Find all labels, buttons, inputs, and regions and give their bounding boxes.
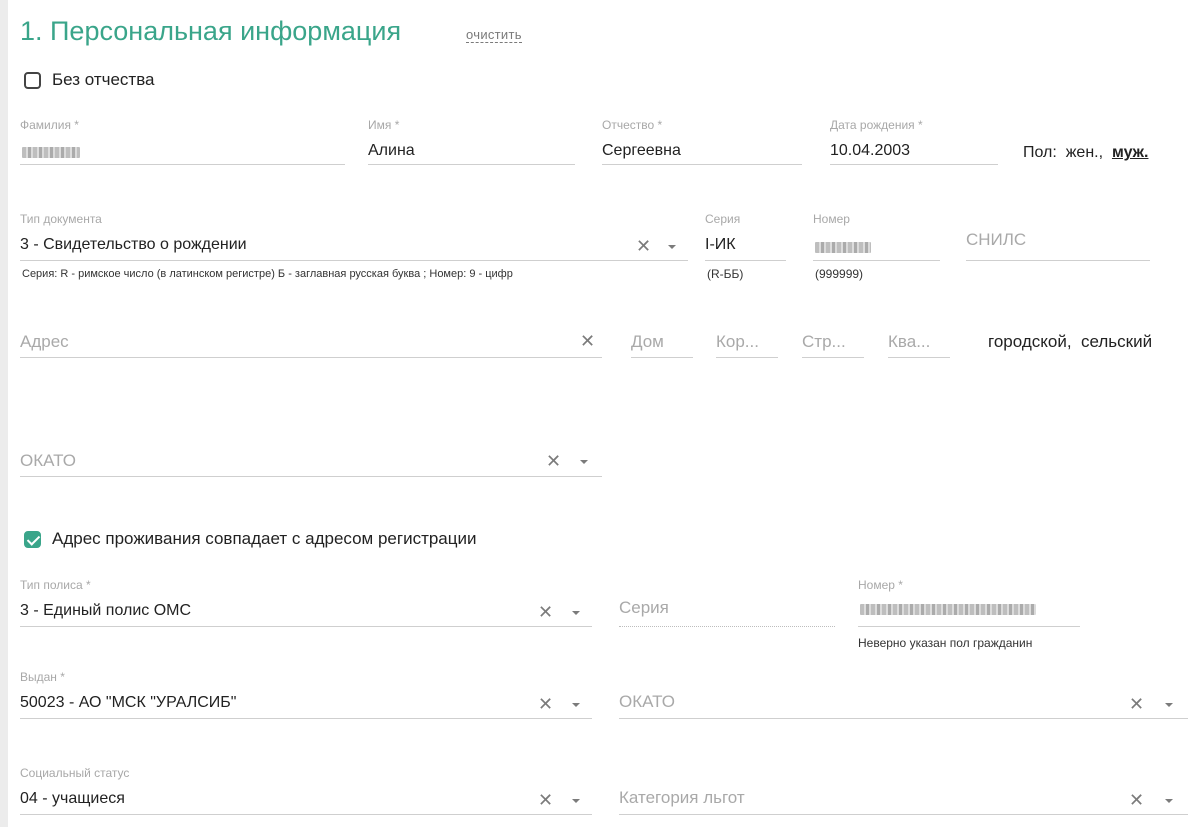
document-number-field[interactable]: Номер [813, 212, 940, 261]
issued-by-label: Выдан * [20, 670, 65, 684]
address-okato-placeholder: ОКАТО [20, 451, 76, 470]
chevron-down-icon[interactable] [1165, 799, 1173, 803]
same-address-label: Адрес проживания совпадает с адресом рег… [52, 529, 477, 548]
snils-field[interactable]: СНИЛС [966, 214, 1150, 261]
benefits-category-placeholder: Категория льгот [619, 788, 745, 807]
document-type-label: Тип документа [20, 212, 102, 226]
document-number-redacted-value [815, 242, 871, 253]
social-status-label: Социальный статус [20, 766, 130, 780]
no-patronymic-checkbox[interactable] [24, 72, 41, 89]
building-field[interactable]: Кор... [716, 324, 778, 358]
chevron-down-icon[interactable] [572, 703, 580, 707]
document-number-hint: (999999) [815, 267, 864, 281]
name-value: Алина [368, 142, 415, 159]
gender-separator: , [1098, 144, 1104, 161]
close-icon[interactable]: ✕ [538, 791, 553, 809]
policy-number-error: Неверно указан пол гражданин [858, 636, 1033, 650]
document-series-label: Серия [705, 212, 741, 226]
policy-type-label: Тип полиса * [20, 578, 91, 592]
policy-type-value: 3 - Единый полис ОМС [20, 602, 192, 619]
document-format-hint: Серия: R - римское число (в латинском ре… [22, 268, 513, 280]
close-icon[interactable]: ✕ [1129, 695, 1144, 713]
close-icon[interactable]: ✕ [1129, 791, 1144, 809]
document-type-select[interactable]: Тип документа 3 - Свидетельство о рожден… [20, 212, 688, 261]
house-field[interactable]: Дом [631, 324, 693, 358]
document-type-value: 3 - Свидетельство о рождении [20, 236, 247, 253]
section-title: 1. Персональная информация [20, 16, 402, 46]
birth-date-field[interactable]: Дата рождения * 10.04.2003 [830, 118, 998, 165]
issued-by-select[interactable]: Выдан * 50023 - АО "МСК "УРАЛСИБ" ✕ [20, 670, 592, 719]
policy-series-field[interactable]: Серия [619, 590, 835, 627]
document-series-field[interactable]: Серия I-ИК [705, 212, 786, 261]
patronymic-value: Сергеевна [602, 142, 681, 159]
close-icon[interactable]: ✕ [538, 695, 553, 713]
social-status-select[interactable]: Социальный статус 04 - учащиеся ✕ [20, 766, 592, 815]
gender-male-option[interactable]: муж. [1112, 144, 1149, 161]
personal-info-form: 1. Персональная информация очистить Без … [8, 0, 1198, 827]
clear-form-link[interactable]: очистить [466, 27, 522, 43]
no-patronymic-label: Без отчества [52, 70, 155, 89]
name-field[interactable]: Имя * Алина [368, 118, 575, 165]
snils-placeholder: СНИЛС [966, 230, 1027, 249]
policy-number-redacted-value [860, 604, 1036, 615]
policy-okato-placeholder: ОКАТО [619, 692, 675, 711]
birth-date-value: 10.04.2003 [830, 142, 911, 159]
structure-placeholder: Стр... [802, 332, 846, 351]
locality-urban-option[interactable]: городской, [988, 332, 1072, 351]
document-series-value: I-ИК [705, 236, 736, 253]
chevron-down-icon[interactable] [580, 460, 588, 464]
same-address-checkbox[interactable] [24, 531, 41, 548]
chevron-down-icon[interactable] [668, 245, 676, 249]
policy-number-label: Номер * [858, 578, 903, 592]
issued-by-value: 50023 - АО "МСК "УРАЛСИБ" [20, 694, 237, 711]
chevron-down-icon[interactable] [572, 799, 580, 803]
gender-female-option[interactable]: жен. [1066, 144, 1099, 161]
document-number-label: Номер [813, 212, 850, 226]
close-icon[interactable]: ✕ [546, 452, 561, 470]
benefits-category-select[interactable]: Категория льгот ✕ [619, 784, 1188, 815]
gender-selector: Пол: жен., муж. [1023, 144, 1148, 162]
name-label: Имя * [368, 118, 400, 132]
locality-rural-option[interactable]: сельский [1081, 332, 1152, 351]
policy-okato-select[interactable]: ОКАТО ✕ [619, 688, 1188, 719]
apartment-placeholder: Ква... [888, 332, 931, 351]
apartment-field[interactable]: Ква... [888, 324, 950, 358]
chevron-down-icon[interactable] [572, 611, 580, 615]
surname-field[interactable]: Фамилия * [20, 118, 345, 165]
gender-label: Пол: [1023, 144, 1057, 161]
patronymic-field[interactable]: Отчество * Сергеевна [602, 118, 802, 165]
locality-selector: городской, сельский [988, 332, 1152, 352]
close-icon[interactable]: ✕ [580, 332, 595, 350]
birth-date-label: Дата рождения * [830, 118, 923, 132]
policy-number-field[interactable]: Номер * [858, 578, 1080, 627]
house-placeholder: Дом [631, 332, 664, 351]
address-field[interactable]: Адрес ✕ [20, 324, 602, 358]
surname-redacted-value [22, 147, 80, 158]
patronymic-label: Отчество * [602, 118, 663, 132]
document-series-hint: (R-ББ) [707, 267, 744, 281]
close-icon[interactable]: ✕ [538, 603, 553, 621]
policy-series-placeholder: Серия [619, 598, 669, 617]
close-icon[interactable]: ✕ [636, 237, 651, 255]
surname-label: Фамилия * [20, 118, 79, 132]
address-placeholder: Адрес [20, 332, 69, 351]
policy-type-select[interactable]: Тип полиса * 3 - Единый полис ОМС ✕ [20, 578, 592, 627]
building-placeholder: Кор... [716, 332, 759, 351]
chevron-down-icon[interactable] [1165, 703, 1173, 707]
social-status-value: 04 - учащиеся [20, 790, 125, 807]
structure-field[interactable]: Стр... [802, 324, 864, 358]
address-okato-select[interactable]: ОКАТО ✕ [20, 444, 602, 477]
